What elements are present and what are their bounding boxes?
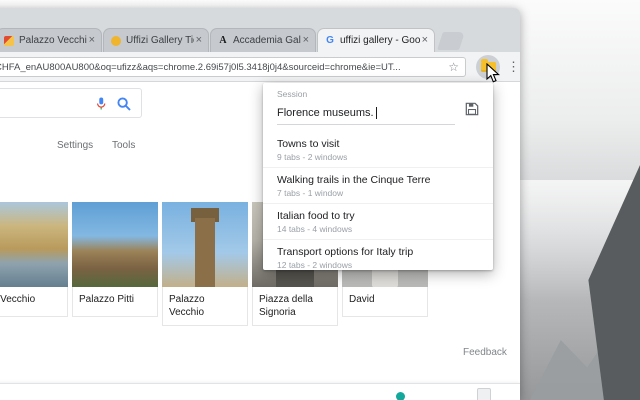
tab-accademia-gallery[interactable]: A Accademia Gallery × (210, 28, 316, 52)
status-dot-icon (396, 392, 405, 400)
image-result-palazzo-pitti[interactable]: Palazzo Pitti (72, 202, 158, 317)
tab-uffizi-tickets[interactable]: Uffizi Gallery Tick × (103, 28, 209, 52)
yellow-dot-favicon-icon (111, 36, 121, 46)
session-meta: 7 tabs - 1 window (277, 188, 479, 198)
tools-link[interactable]: Tools (112, 140, 135, 151)
search-box[interactable] (0, 88, 142, 118)
page-bottom-section (0, 383, 520, 400)
thumbnail-detail (195, 218, 215, 287)
result-thumbnail[interactable] (0, 202, 68, 287)
session-title: Transport options for Italy trip (277, 246, 479, 258)
result-label: Palazzo Vecchio (162, 287, 248, 326)
session-title: Walking trails in the Cinque Terre (277, 174, 479, 186)
browser-menu-icon[interactable]: ⋮ (507, 56, 520, 78)
new-tab-button[interactable] (437, 32, 465, 50)
session-name-input[interactable]: Florence museums. (277, 107, 455, 125)
url-text[interactable]: CHFA_enAU800AU800&oq=ufizz&aqs=chrome.2.… (0, 62, 442, 73)
tab-title: Accademia Gallery (233, 35, 301, 46)
image-result-palazzo-vecchio[interactable]: Palazzo Vecchio (162, 202, 248, 326)
result-label: te Vecchio (0, 287, 68, 317)
session-title: Italian food to try (277, 210, 479, 222)
result-label: Palazzo Pitti (72, 287, 158, 317)
letter-a-favicon-icon: A (218, 36, 228, 46)
mouse-cursor-icon (486, 63, 500, 89)
session-item-cinque-terre[interactable]: Walking trails in the Cinque Terre 7 tab… (263, 168, 493, 204)
tab-close-icon[interactable]: × (87, 35, 97, 46)
session-meta: 9 tabs - 2 windows (277, 152, 479, 162)
document-icon (477, 388, 491, 400)
session-meta: 12 tabs - 2 windows (277, 260, 479, 270)
tab-title: uffizi gallery - Goo (340, 35, 420, 46)
result-label: David (342, 287, 428, 317)
result-label: Piazza della Signoria (252, 287, 338, 326)
tab-title: Uffizi Gallery Tick (126, 35, 194, 46)
desktop: Palazzo Vecchio × Uffizi Gallery Tick × … (0, 0, 640, 400)
search-icon[interactable] (117, 97, 131, 116)
session-item-italian-food[interactable]: Italian food to try 14 tabs - 4 windows (263, 204, 493, 240)
image-result-ponte-vecchio[interactable]: te Vecchio (0, 202, 68, 317)
session-section-label: Session (277, 89, 479, 99)
microphone-icon[interactable] (95, 96, 107, 116)
session-item-towns-to-visit[interactable]: Towns to visit 9 tabs - 2 windows (263, 132, 493, 168)
session-meta: 14 tabs - 4 windows (277, 224, 479, 234)
result-thumbnail[interactable] (162, 202, 248, 287)
tab-close-icon[interactable]: × (301, 35, 311, 46)
google-favicon-icon: G (325, 36, 335, 46)
session-item-transport-options[interactable]: Transport options for Italy trip 12 tabs… (263, 240, 493, 275)
tab-close-icon[interactable]: × (194, 35, 204, 46)
feedback-link[interactable]: Feedback (463, 347, 507, 358)
bookmark-star-icon[interactable]: ☆ (442, 61, 465, 73)
tab-uffizi-gallery-search[interactable]: G uffizi gallery - Goo × (317, 28, 435, 52)
settings-link[interactable]: Settings (57, 140, 93, 151)
text-caret (376, 107, 377, 119)
tab-strip: Palazzo Vecchio × Uffizi Gallery Tick × … (0, 28, 520, 52)
session-name-value: Florence museums. (277, 107, 374, 119)
session-title: Towns to visit (277, 138, 479, 150)
tab-palazzo-vecchio[interactable]: Palazzo Vecchio × (0, 28, 102, 52)
saved-sessions-list: Towns to visit 9 tabs - 2 windows Walkin… (263, 132, 493, 275)
tab-title: Palazzo Vecchio (19, 35, 87, 46)
tab-close-icon[interactable]: × (420, 35, 430, 46)
address-bar[interactable]: CHFA_enAU800AU800&oq=ufizz&aqs=chrome.2.… (0, 57, 466, 77)
result-thumbnail[interactable] (72, 202, 158, 287)
save-session-button[interactable] (465, 102, 479, 121)
session-manager-popup: Session Florence museums. Towns to visit… (263, 83, 493, 270)
flag-favicon-icon (4, 36, 14, 46)
browser-toolbar: CHFA_enAU800AU800&oq=ufizz&aqs=chrome.2.… (0, 52, 520, 82)
